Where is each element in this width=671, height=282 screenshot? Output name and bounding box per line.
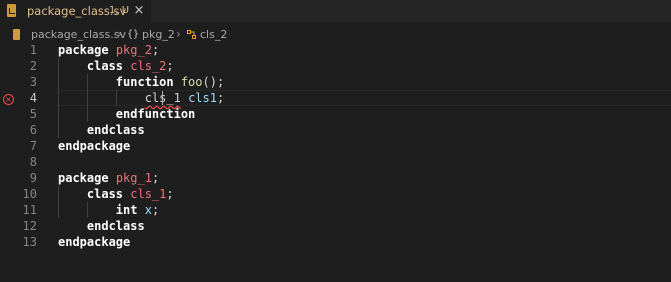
line-code: endpackage <box>58 138 130 154</box>
code-line[interactable]: 7 endpackage <box>0 138 671 154</box>
code-token: cls_2 <box>130 59 167 73</box>
code-line[interactable]: 2 class cls_2; <box>0 58 671 74</box>
code-token: int <box>115 203 138 217</box>
code-token: package <box>58 43 109 57</box>
line-number: 2 <box>29 59 37 73</box>
code-line[interactable]: 13 endpackage <box>0 234 671 250</box>
code-token: endclass <box>86 219 145 233</box>
line-number: 4 <box>29 91 37 105</box>
line-code: class cls_2; <box>58 58 174 74</box>
line-code: int x; <box>58 202 159 218</box>
code-token: ; <box>151 203 160 217</box>
breadcrumb-class[interactable]: cls_2 <box>200 28 227 42</box>
line-number: 11 <box>22 203 37 217</box>
tab-problem-status: 1, U <box>109 5 130 16</box>
code-token: class <box>86 187 124 201</box>
code-line[interactable]: 4 cls_1 cls1; <box>0 90 671 106</box>
editor-tab[interactable]: package_class.sv 1, U × <box>0 0 151 23</box>
chevron-right-icon: › <box>176 27 181 41</box>
code-token: endpackage <box>58 139 131 153</box>
code-line[interactable]: 9 package pkg_1; <box>0 170 671 186</box>
code-token: function <box>115 75 174 89</box>
line-number: 8 <box>29 155 37 169</box>
line-code: package pkg_1; <box>58 170 159 186</box>
code-token: ; <box>166 59 174 73</box>
class-symbol-icon <box>187 30 196 39</box>
systemverilog-file-icon <box>7 4 16 17</box>
code-token: pkg_1 <box>115 171 152 185</box>
code-token: endpackage <box>58 235 131 249</box>
code-token: ; <box>151 171 160 185</box>
line-number: 3 <box>29 75 37 89</box>
line-code: function foo(); <box>58 74 224 90</box>
code-token: x <box>144 203 152 217</box>
code-token: cls1 <box>188 91 217 105</box>
code-token: ; <box>216 91 225 105</box>
code-editor[interactable]: × 1 package pkg_2; 2 class cls_2; 3 functio… <box>0 42 671 282</box>
code-token: endfunction <box>115 107 196 121</box>
line-code: endfunction <box>58 106 195 122</box>
code-line[interactable]: 3 function foo(); <box>0 74 671 90</box>
code-line[interactable]: 10 class cls_1; <box>0 186 671 202</box>
chevron-right-icon: › <box>117 27 122 41</box>
code-token: cls_1 <box>130 187 167 201</box>
breadcrumb-package[interactable]: pkg_2 <box>142 28 175 42</box>
code-token: package <box>58 171 109 185</box>
text-cursor <box>162 91 163 105</box>
close-icon[interactable]: × <box>132 3 146 18</box>
line-number: 9 <box>29 171 37 185</box>
code-line[interactable]: 12 endclass <box>0 218 671 234</box>
code-token: (); <box>202 75 225 89</box>
line-number: 7 <box>29 139 37 153</box>
code-token: foo <box>180 75 203 89</box>
line-number: 12 <box>22 219 37 233</box>
code-line[interactable]: 6 endclass <box>0 122 671 138</box>
code-token: endclass <box>86 123 145 137</box>
code-token: class <box>86 59 124 73</box>
code-token: pkg_2 <box>115 43 152 57</box>
line-code: class cls_1; <box>58 186 174 202</box>
line-number: 13 <box>22 235 37 249</box>
code-token: ; <box>166 187 174 201</box>
tab-bar: package_class.sv 1, U × <box>0 0 671 23</box>
systemverilog-file-icon <box>13 29 20 40</box>
line-number: 1 <box>29 43 37 57</box>
line-number: 5 <box>29 107 37 121</box>
namespace-icon: {} <box>127 29 140 40</box>
line-code: cls_1 cls1; <box>58 90 225 106</box>
breadcrumb-file[interactable]: package_class.sv <box>31 28 126 42</box>
code-line[interactable]: 5 endfunction <box>0 106 671 122</box>
line-number: 10 <box>22 187 37 201</box>
code-token: ; <box>151 43 160 57</box>
line-number: 6 <box>29 123 37 137</box>
line-code: endclass <box>58 218 145 234</box>
line-code: package pkg_2; <box>58 42 159 58</box>
line-code: endpackage <box>58 234 130 250</box>
code-line[interactable]: 8 <box>0 154 671 170</box>
code-line[interactable]: 11 int x; <box>0 202 671 218</box>
line-code: endclass <box>58 122 145 138</box>
code-line[interactable]: 1 package pkg_2; <box>0 42 671 58</box>
breadcrumb: package_class.sv › {} pkg_2 › cls_2 <box>0 27 671 43</box>
